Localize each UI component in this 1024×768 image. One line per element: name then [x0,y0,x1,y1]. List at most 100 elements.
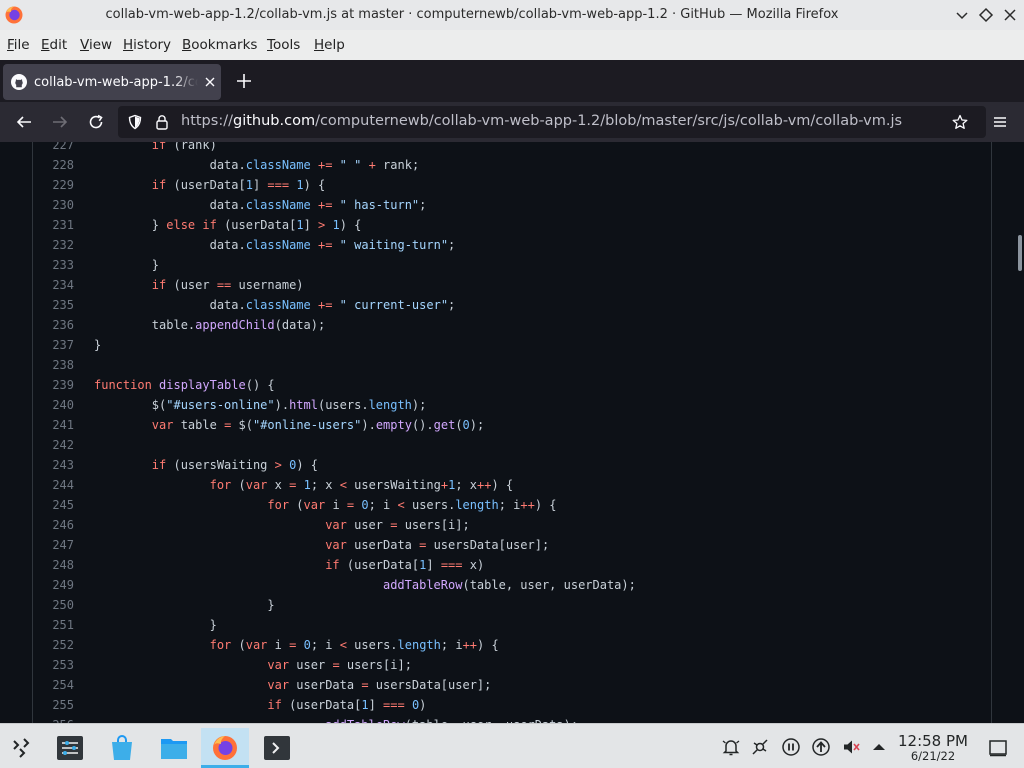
tab-collab-vm[interactable]: collab-vm-web-app-1.2/collab-vm.js at ma… [3,64,221,100]
navigation-bar: https://github.com/computernewb/collab-v… [0,102,1024,142]
firefox-icon [213,736,237,760]
line-number[interactable]: 255 [33,695,74,715]
code-line: 249 addTableRow(table, user, userData); [33,575,991,595]
notifications-bell-icon[interactable] [721,737,741,757]
code-text: for (var x = 1; x < usersWaiting+1; x++)… [209,478,514,492]
taskbar-discover[interactable] [98,728,146,768]
line-number[interactable]: 234 [33,275,74,295]
code-line: 236 table.appendChild(data); [33,315,991,335]
code-line: 252 for (var i = 0; i < users.length; i+… [33,635,991,655]
line-number[interactable]: 233 [33,255,74,275]
clock-date[interactable]: 6/21/22 [893,749,973,763]
url-text[interactable]: https://github.com/computernewb/collab-v… [181,113,902,129]
line-number[interactable]: 248 [33,555,74,575]
line-number[interactable]: 231 [33,215,74,235]
code-text: var table = $("#online-users").empty().g… [151,418,485,432]
page-scrollbar[interactable] [1016,142,1024,723]
code-text: $("#users-online").html(users.length); [94,398,427,412]
code-line: 250 } [33,595,991,615]
code-text: data.className += " has-turn"; [94,198,427,212]
github-icon [11,74,27,90]
code-text: if (userData[1] === x) [325,558,485,572]
lock-icon[interactable] [154,114,170,130]
media-pause-icon[interactable] [781,737,801,757]
line-number[interactable]: 245 [33,495,74,515]
line-number[interactable]: 235 [33,295,74,315]
code-text: var user = users[i]; [325,518,470,532]
taskbar-system-settings[interactable] [46,728,94,768]
line-number[interactable]: 230 [33,195,74,215]
url-protocol: https:// [181,113,233,129]
line-number[interactable]: 228 [33,155,74,175]
minimize-icon[interactable] [952,5,972,25]
code-line: 235 data.className += " current-user"; [33,295,991,315]
code-line: 237} [33,335,991,355]
hamburger-menu-icon[interactable] [991,113,1009,131]
taskbar-terminal[interactable] [253,728,301,768]
code-line: 232 data.className += " waiting-turn"; [33,235,991,255]
code-line: 254 var userData = usersData[user]; [33,675,991,695]
line-number[interactable]: 227 [33,142,74,155]
tray-expand-arrow-icon[interactable] [869,737,889,757]
scrollbar-thumb[interactable] [1018,235,1022,271]
settings-icon [57,736,83,760]
show-desktop-icon[interactable] [988,738,1008,758]
line-number[interactable]: 239 [33,375,74,395]
taskbar-file-manager[interactable] [150,728,198,768]
line-number[interactable]: 242 [33,435,74,455]
line-number[interactable]: 254 [33,675,74,695]
menu-bookmarks[interactable]: Bookmarks [182,37,257,53]
line-number[interactable]: 240 [33,395,74,415]
code-line: 240 $("#users-online").html(users.length… [33,395,991,415]
code-line: 230 data.className += " has-turn"; [33,195,991,215]
line-number[interactable]: 252 [33,635,74,655]
line-number[interactable]: 229 [33,175,74,195]
url-bar[interactable]: https://github.com/computernewb/collab-v… [118,106,986,138]
menu-tools[interactable]: Tools [267,37,300,53]
close-window-icon[interactable] [1000,5,1020,25]
update-available-icon[interactable] [811,737,831,757]
code-line: 251 } [33,615,991,635]
bookmark-star-icon[interactable] [952,114,968,130]
new-tab-icon[interactable] [235,72,253,90]
code-text: } else if (userData[1] > 1) { [94,218,362,232]
tracking-protection-shield-icon[interactable] [127,114,143,130]
line-number[interactable]: 247 [33,535,74,555]
line-number[interactable]: 243 [33,455,74,475]
line-number[interactable]: 253 [33,655,74,675]
back-icon[interactable] [15,113,33,131]
reload-icon[interactable] [87,113,105,131]
tab-label: collab-vm-web-app-1.2/collab-vm.js at ma… [34,75,198,90]
code-text: if (rank) [151,142,217,152]
window-titlebar[interactable]: collab-vm-web-app-1.2/collab-vm.js at ma… [0,0,1024,30]
line-number[interactable]: 249 [33,575,74,595]
code-text: data.className += " waiting-turn"; [94,238,456,252]
line-number[interactable]: 256 [33,715,74,723]
close-tab-icon[interactable] [203,75,217,89]
maximize-icon[interactable] [976,5,996,25]
line-number[interactable]: 238 [33,355,74,375]
clock-time[interactable]: 12:58 PM [893,732,973,750]
code-text: function displayTable() { [94,378,275,392]
line-number[interactable]: 241 [33,415,74,435]
line-number[interactable]: 232 [33,235,74,255]
taskbar-firefox[interactable] [201,728,249,768]
code-text: data.className += " current-user"; [94,298,456,312]
line-number[interactable]: 237 [33,335,74,355]
forward-icon[interactable] [51,113,69,131]
menu-view[interactable]: View [80,37,112,53]
volume-muted-icon[interactable] [841,737,861,757]
menu-help[interactable]: Help [314,37,345,53]
code-line: 243 if (usersWaiting > 0) { [33,455,991,475]
line-number[interactable]: 236 [33,315,74,335]
line-number[interactable]: 250 [33,595,74,615]
code-text: for (var i = 0; i < users.length; i++) { [209,638,499,652]
line-number[interactable]: 251 [33,615,74,635]
menu-file[interactable]: File [7,37,30,53]
line-number[interactable]: 246 [33,515,74,535]
line-number[interactable]: 244 [33,475,74,495]
kde-connect-icon[interactable] [750,737,770,757]
menu-edit[interactable]: Edit [41,37,67,53]
menu-history[interactable]: History [123,37,171,53]
application-launcher-icon[interactable] [10,735,34,759]
